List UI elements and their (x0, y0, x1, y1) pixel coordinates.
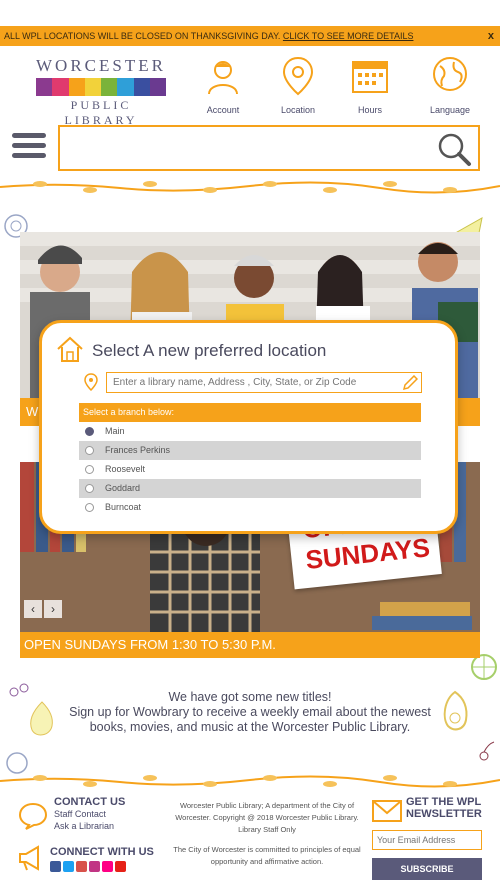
radio[interactable] (85, 503, 94, 512)
menu-button[interactable] (12, 133, 46, 159)
radio[interactable] (85, 465, 94, 474)
alert-text: ALL WPL LOCATIONS WILL BE CLOSED ON THAN… (4, 31, 283, 41)
carousel-next-icon[interactable]: › (44, 600, 62, 618)
newsletter-title-line-1: GET THE WPL (406, 796, 482, 808)
envelope-icon (372, 800, 402, 822)
branch-label: Burncoat (105, 502, 142, 512)
alert-bar: ALL WPL LOCATIONS WILL BE CLOSED ON THAN… (0, 26, 500, 46)
wowbrary-promo: We have got some new titles! Sign up for… (0, 690, 500, 735)
carousel-arrows: ‹ › (24, 600, 64, 618)
instagram-icon[interactable] (89, 861, 100, 872)
logo-bottom-text: PUBLIC LIBRARY (64, 98, 138, 127)
logo-color-band (36, 78, 166, 96)
vine-divider (0, 181, 500, 194)
location-label: Location (280, 105, 316, 115)
pencil-icon[interactable] (402, 375, 418, 391)
promo-line-1: We have got some new titles! (168, 690, 332, 704)
map-pin-icon (84, 373, 98, 391)
branch-option-main[interactable]: Main (79, 422, 421, 441)
logo-top-text: WORCESTER (36, 56, 166, 75)
megaphone-icon (19, 845, 39, 871)
social-links (50, 861, 154, 872)
branch-list-header: Select a branch below: (79, 403, 421, 422)
language-link[interactable]: Language (420, 56, 480, 115)
branch-option-frances-perkins[interactable]: Frances Perkins (79, 441, 421, 460)
account-icon (208, 61, 238, 95)
location-modal: Select A new preferred location Select a… (39, 320, 458, 534)
hamburger-line (12, 143, 46, 148)
modal-title: Select A new preferred location (92, 341, 327, 360)
branch-label: Frances Perkins (105, 445, 171, 455)
home-icon (57, 336, 83, 362)
account-link[interactable]: Account (193, 56, 253, 115)
alert-details-link[interactable]: CLICK TO SEE MORE DETAILS (283, 31, 414, 41)
hamburger-line (12, 153, 46, 158)
search-input[interactable] (58, 125, 480, 171)
connect-title: CONNECT WITH US (50, 846, 154, 858)
branch-option-burncoat[interactable]: Burncoat (79, 498, 421, 517)
facebook-icon[interactable] (50, 861, 61, 872)
promo-line-3: books, movies, and music at the Worceste… (89, 720, 411, 734)
newsletter-title: GET THE WPL NEWSLETTER (406, 796, 482, 820)
subscribe-button[interactable]: SUBSCRIBE (372, 858, 482, 880)
location-search-input[interactable] (106, 372, 422, 393)
contact-title: CONTACT US (54, 796, 126, 808)
account-label: Account (206, 105, 240, 115)
hamburger-icon (12, 133, 46, 138)
search-icon[interactable] (436, 131, 472, 167)
newsletter-title-line-2: NEWSLETTER (406, 808, 482, 820)
radio[interactable] (85, 484, 94, 493)
branch-option-roosevelt[interactable]: Roosevelt (79, 460, 421, 479)
branch-label: Goddard (105, 483, 141, 493)
cherry-doodle-icon (479, 741, 495, 761)
twitter-icon[interactable] (63, 861, 74, 872)
radio-selected[interactable] (85, 427, 94, 436)
staff-contact-link[interactable]: Staff Contact (54, 808, 164, 820)
language-label: Language (429, 105, 471, 115)
promo-line-2[interactable]: Sign up for Wowbrary to receive a weekly… (0, 705, 500, 720)
flickr-icon[interactable] (102, 861, 113, 872)
speech-bubble-icon (18, 802, 48, 830)
radio[interactable] (85, 446, 94, 455)
carousel-prev-icon[interactable]: ‹ (24, 600, 42, 618)
equal-opportunity-text: The City of Worcester is committed to pr… (173, 845, 361, 866)
alert-close-button[interactable]: x (488, 26, 494, 46)
lemon-doodle-icon (6, 752, 28, 774)
email-field[interactable] (372, 830, 482, 850)
copyright-text: Worcester Public Library; A department o… (175, 801, 359, 834)
ask-librarian-link[interactable]: Ask a Librarian (54, 820, 164, 832)
footer: CONTACT US Staff Contact Ask a Librarian… (0, 790, 500, 888)
location-icon (282, 56, 314, 96)
branch-label: Main (105, 426, 125, 436)
calendar-icon (352, 61, 388, 93)
branch-label: Roosevelt (105, 464, 146, 474)
youtube-icon[interactable] (115, 861, 126, 872)
promo-caption: OPEN SUNDAYS FROM 1:30 TO 5:30 P.M. (20, 632, 480, 658)
globe-icon (433, 57, 467, 91)
hours-link[interactable]: Hours (340, 56, 400, 115)
location-link[interactable]: Location (268, 56, 328, 115)
vine-divider-bottom (0, 775, 500, 788)
library-logo[interactable]: WORCESTER PUBLIC LIBRARY (36, 56, 166, 127)
branch-option-goddard[interactable]: Goddard (79, 479, 421, 498)
pinterest-icon[interactable] (76, 861, 87, 872)
hours-label: Hours (357, 105, 382, 115)
